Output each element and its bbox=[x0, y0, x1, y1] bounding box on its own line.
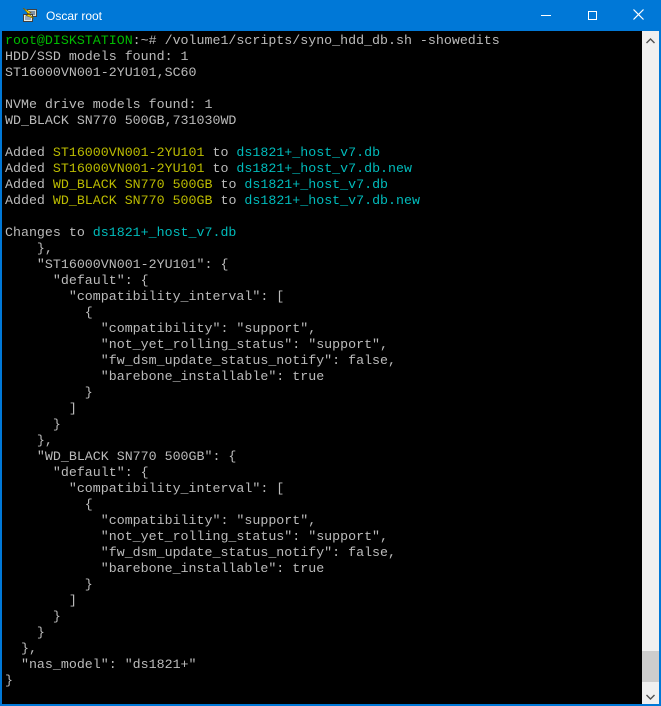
terminal-line: "fw_dsm_update_status_notify": false, bbox=[5, 353, 642, 369]
chevron-down-icon bbox=[646, 687, 655, 705]
terminal-line: { bbox=[5, 305, 642, 321]
terminal-line: "compatibility": "support", bbox=[5, 513, 642, 529]
terminal-line: HDD/SSD models found: 1 bbox=[5, 49, 642, 65]
terminal-line: Added WD_BLACK SN770 500GB to ds1821+_ho… bbox=[5, 193, 642, 209]
maximize-icon bbox=[588, 11, 597, 20]
scrollbar-thumb[interactable] bbox=[642, 651, 659, 682]
terminal-line: } bbox=[5, 673, 642, 689]
terminal-screen[interactable]: root@DISKSTATION:~# /volume1/scripts/syn… bbox=[2, 31, 642, 704]
terminal-line: } bbox=[5, 417, 642, 433]
terminal-line: }, bbox=[5, 241, 642, 257]
terminal-line: "fw_dsm_update_status_notify": false, bbox=[5, 545, 642, 561]
terminal-line: root@DISKSTATION:~# /volume1/scripts/syn… bbox=[5, 33, 642, 49]
maximize-button[interactable] bbox=[569, 0, 615, 31]
minimize-button[interactable] bbox=[523, 0, 569, 31]
terminal-line: "compatibility": "support", bbox=[5, 321, 642, 337]
terminal-line: ] bbox=[5, 593, 642, 609]
scroll-down-button[interactable] bbox=[642, 687, 659, 704]
terminal-line: "barebone_installable": true bbox=[5, 561, 642, 577]
close-button[interactable] bbox=[615, 0, 661, 31]
terminal-line: "WD_BLACK SN770 500GB": { bbox=[5, 449, 642, 465]
terminal-line: } bbox=[5, 609, 642, 625]
terminal-line: "compatibility_interval": [ bbox=[5, 481, 642, 497]
putty-window: Oscar root root@DISKSTATION:~# /volume1/… bbox=[0, 0, 661, 706]
terminal-line: "nas_model": "ds1821+" bbox=[5, 657, 642, 673]
terminal-line: Changes to ds1821+_host_v7.db bbox=[5, 225, 642, 241]
terminal-line: ST16000VN001-2YU101,SC60 bbox=[5, 65, 642, 81]
terminal-line: NVMe drive models found: 1 bbox=[5, 97, 642, 113]
terminal-line: } bbox=[5, 577, 642, 593]
titlebar[interactable]: Oscar root bbox=[0, 0, 661, 31]
window-controls bbox=[523, 0, 661, 31]
terminal-line: } bbox=[5, 385, 642, 401]
terminal-line: }, bbox=[5, 641, 642, 657]
terminal-line: "barebone_installable": true bbox=[5, 369, 642, 385]
terminal-line: Added ST16000VN001-2YU101 to ds1821+_hos… bbox=[5, 145, 642, 161]
terminal-output: root@DISKSTATION:~# /volume1/scripts/syn… bbox=[2, 31, 642, 689]
terminal-line: WD_BLACK SN770 500GB,731030WD bbox=[5, 113, 642, 129]
terminal-line: "not_yet_rolling_status": "support", bbox=[5, 337, 642, 353]
terminal-line: "default": { bbox=[5, 465, 642, 481]
terminal-line: }, bbox=[5, 433, 642, 449]
terminal-line bbox=[5, 209, 642, 225]
scrollbar[interactable] bbox=[642, 31, 659, 704]
terminal-line bbox=[5, 129, 642, 145]
terminal-line: Added ST16000VN001-2YU101 to ds1821+_hos… bbox=[5, 161, 642, 177]
scroll-up-button[interactable] bbox=[642, 31, 659, 48]
terminal-line bbox=[5, 81, 642, 97]
terminal-line: "ST16000VN001-2YU101": { bbox=[5, 257, 642, 273]
close-icon bbox=[633, 7, 644, 25]
terminal-line: "default": { bbox=[5, 273, 642, 289]
putty-app-icon bbox=[22, 8, 38, 24]
terminal-line: { bbox=[5, 497, 642, 513]
terminal-line: ] bbox=[5, 401, 642, 417]
chevron-up-icon bbox=[646, 31, 655, 49]
terminal-line: "not_yet_rolling_status": "support", bbox=[5, 529, 642, 545]
terminal-line: Added WD_BLACK SN770 500GB to ds1821+_ho… bbox=[5, 177, 642, 193]
minimize-icon bbox=[541, 15, 551, 16]
terminal-line: "compatibility_interval": [ bbox=[5, 289, 642, 305]
terminal-line: } bbox=[5, 625, 642, 641]
window-title: Oscar root bbox=[46, 9, 102, 23]
